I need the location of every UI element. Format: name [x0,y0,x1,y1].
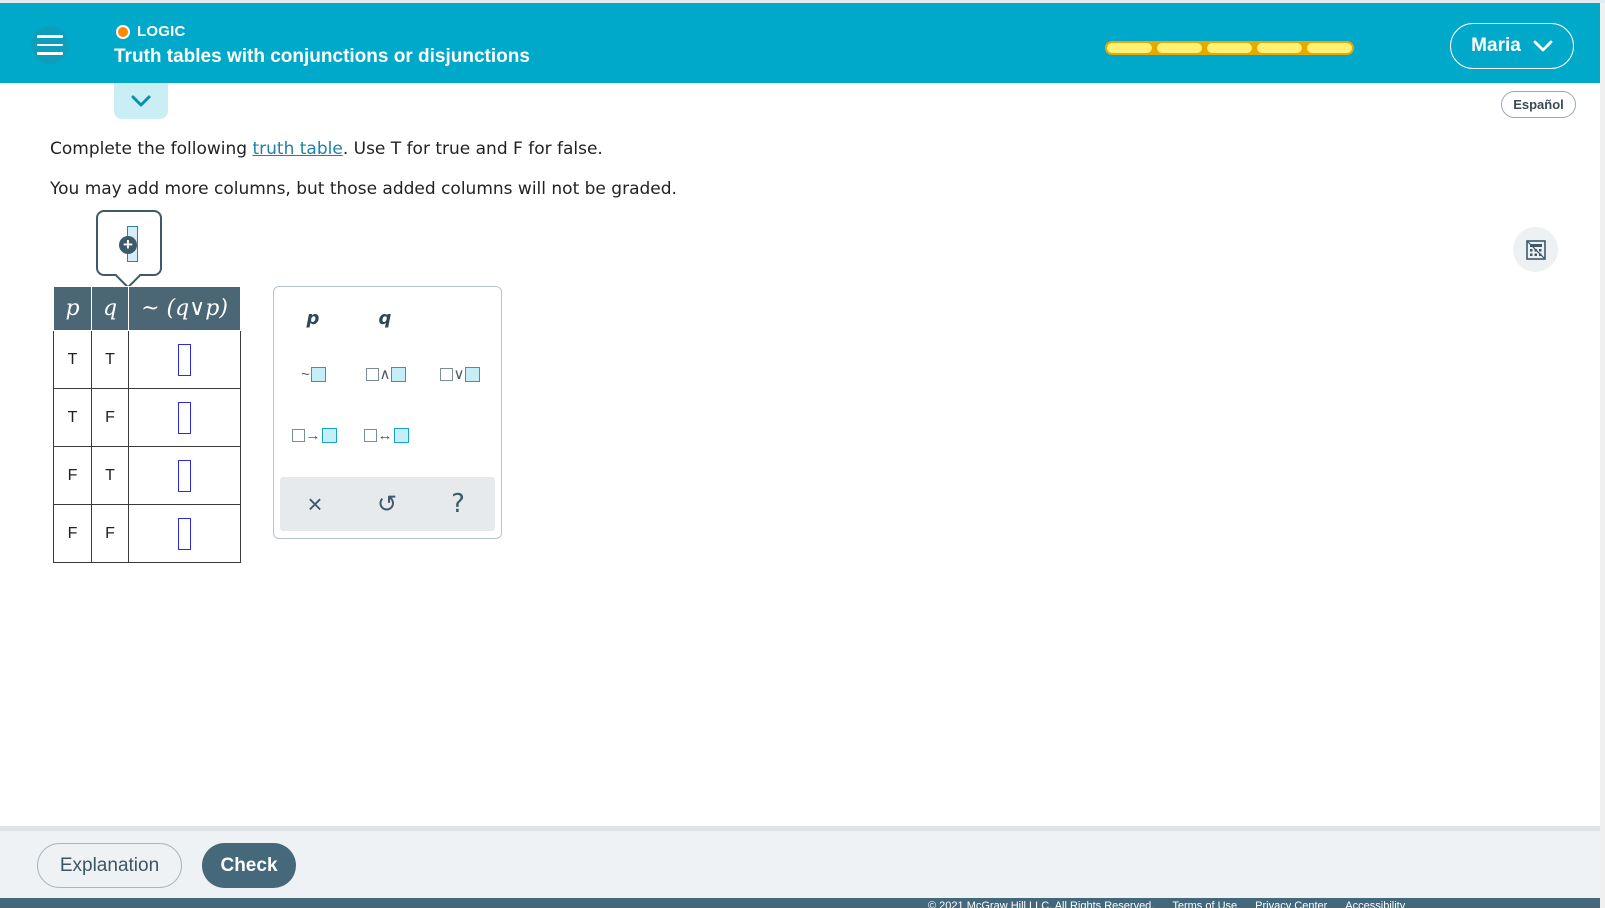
calculator-icon[interactable] [1513,227,1558,272]
accessibility-link[interactable]: Accessibility [1345,900,1405,908]
cell-p: T [53,330,92,389]
symbol-palette: p q ~ ∧ ∨ → ↔ × ↺ ? [273,286,502,539]
not-symbol: ~ [301,365,310,383]
palette-var-label: p [306,307,320,329]
help-icon[interactable]: ? [441,487,475,521]
progress-bar [1105,41,1354,55]
undo-icon[interactable]: ↺ [370,487,404,521]
page-title: Truth tables with conjunctions or disjun… [114,46,530,67]
iff-symbol: ↔ [377,426,393,444]
palette-and-button[interactable]: ∧ [358,359,414,389]
header-p: p [53,286,92,331]
slot-box [310,366,326,382]
scrollbar[interactable] [1600,3,1605,908]
user-name: Maria [1471,35,1521,56]
answer-cell[interactable] [128,504,241,563]
progress-segment [1157,43,1202,53]
truth-table-link[interactable]: truth table [252,139,342,159]
instruction-line-1: Complete the following truth table. Use … [50,139,603,159]
topic-status-dot [116,24,130,39]
add-column-icon: + [119,236,137,254]
language-button[interactable]: Español [1501,91,1576,118]
table-row: T F [53,388,241,447]
calculator-glyph [1525,239,1546,260]
palette-not-button[interactable]: ~ [288,359,338,389]
answer-input[interactable] [178,517,191,550]
terms-link[interactable]: Terms of Use [1172,900,1237,908]
progress-segment [1207,43,1252,53]
privacy-link[interactable]: Privacy Center [1255,900,1327,908]
add-column-pointer [115,263,141,289]
add-column-button[interactable]: + [96,210,162,289]
answer-cell[interactable] [128,330,241,389]
slot-box [439,367,453,381]
menu-icon[interactable] [31,26,69,64]
cell-q: T [91,446,129,505]
header-q: q [91,286,129,331]
legal-bar: © 2021 McGraw Hill LLC. All Rights Reser… [0,898,1600,908]
slot-box [465,366,481,382]
answer-input[interactable] [178,459,191,492]
answer-cell[interactable] [128,388,241,447]
header-expression: ~ (q∨p) [128,286,241,331]
palette-actions: × ↺ ? [280,477,495,531]
cell-p: F [53,504,92,563]
slot-box [393,427,409,443]
palette-var-label: q [378,307,392,329]
slot-box [365,367,379,381]
palette-q-button[interactable]: q [368,301,402,335]
implies-symbol: → [305,426,321,444]
progress-segment [1107,43,1152,53]
answer-input[interactable] [178,343,191,376]
header-bar: LOGIC Truth tables with conjunctions or … [0,3,1600,83]
instruction-text: . Use T for true and F for false. [342,139,603,159]
chevron-down-icon [1533,40,1553,52]
palette-implies-button[interactable]: → [286,420,342,450]
table-row: F T [53,446,241,505]
legal-links: © 2021 McGraw Hill LLC. All Rights Reser… [928,900,1405,908]
collapse-header-button[interactable] [114,83,168,119]
check-button[interactable]: Check [202,843,296,888]
table-row: T T [53,330,241,389]
topic-label-group: LOGIC [116,23,186,40]
palette-or-button[interactable]: ∨ [432,359,488,389]
slot-box [291,428,305,442]
instruction-line-2: You may add more columns, but those adde… [50,179,677,199]
cell-p: F [53,446,92,505]
answer-cell[interactable] [128,446,241,505]
copyright-text: © 2021 McGraw Hill LLC. All Rights Reser… [928,900,1155,908]
progress-segment [1257,43,1302,53]
or-symbol: ∨ [453,366,465,383]
instruction-text: Complete the following [50,139,253,159]
and-symbol: ∧ [379,366,391,383]
cell-q: T [91,330,129,389]
cell-p: T [53,388,92,447]
truth-table: p q ~ (q∨p) T T T F F T F F [53,286,241,563]
clear-icon[interactable]: × [298,487,332,521]
user-menu-button[interactable]: Maria [1450,23,1574,69]
explanation-button[interactable]: Explanation [37,843,182,888]
cell-q: F [91,504,129,563]
table-row: F F [53,504,241,563]
chevron-down-icon [131,95,151,107]
answer-input[interactable] [178,401,191,434]
palette-p-button[interactable]: p [296,301,330,335]
slot-box [321,427,337,443]
slot-box [363,428,377,442]
slot-box [391,366,407,382]
palette-iff-button[interactable]: ↔ [358,420,414,450]
topic-label: LOGIC [137,23,186,40]
progress-segment [1307,43,1352,53]
cell-q: F [91,388,129,447]
